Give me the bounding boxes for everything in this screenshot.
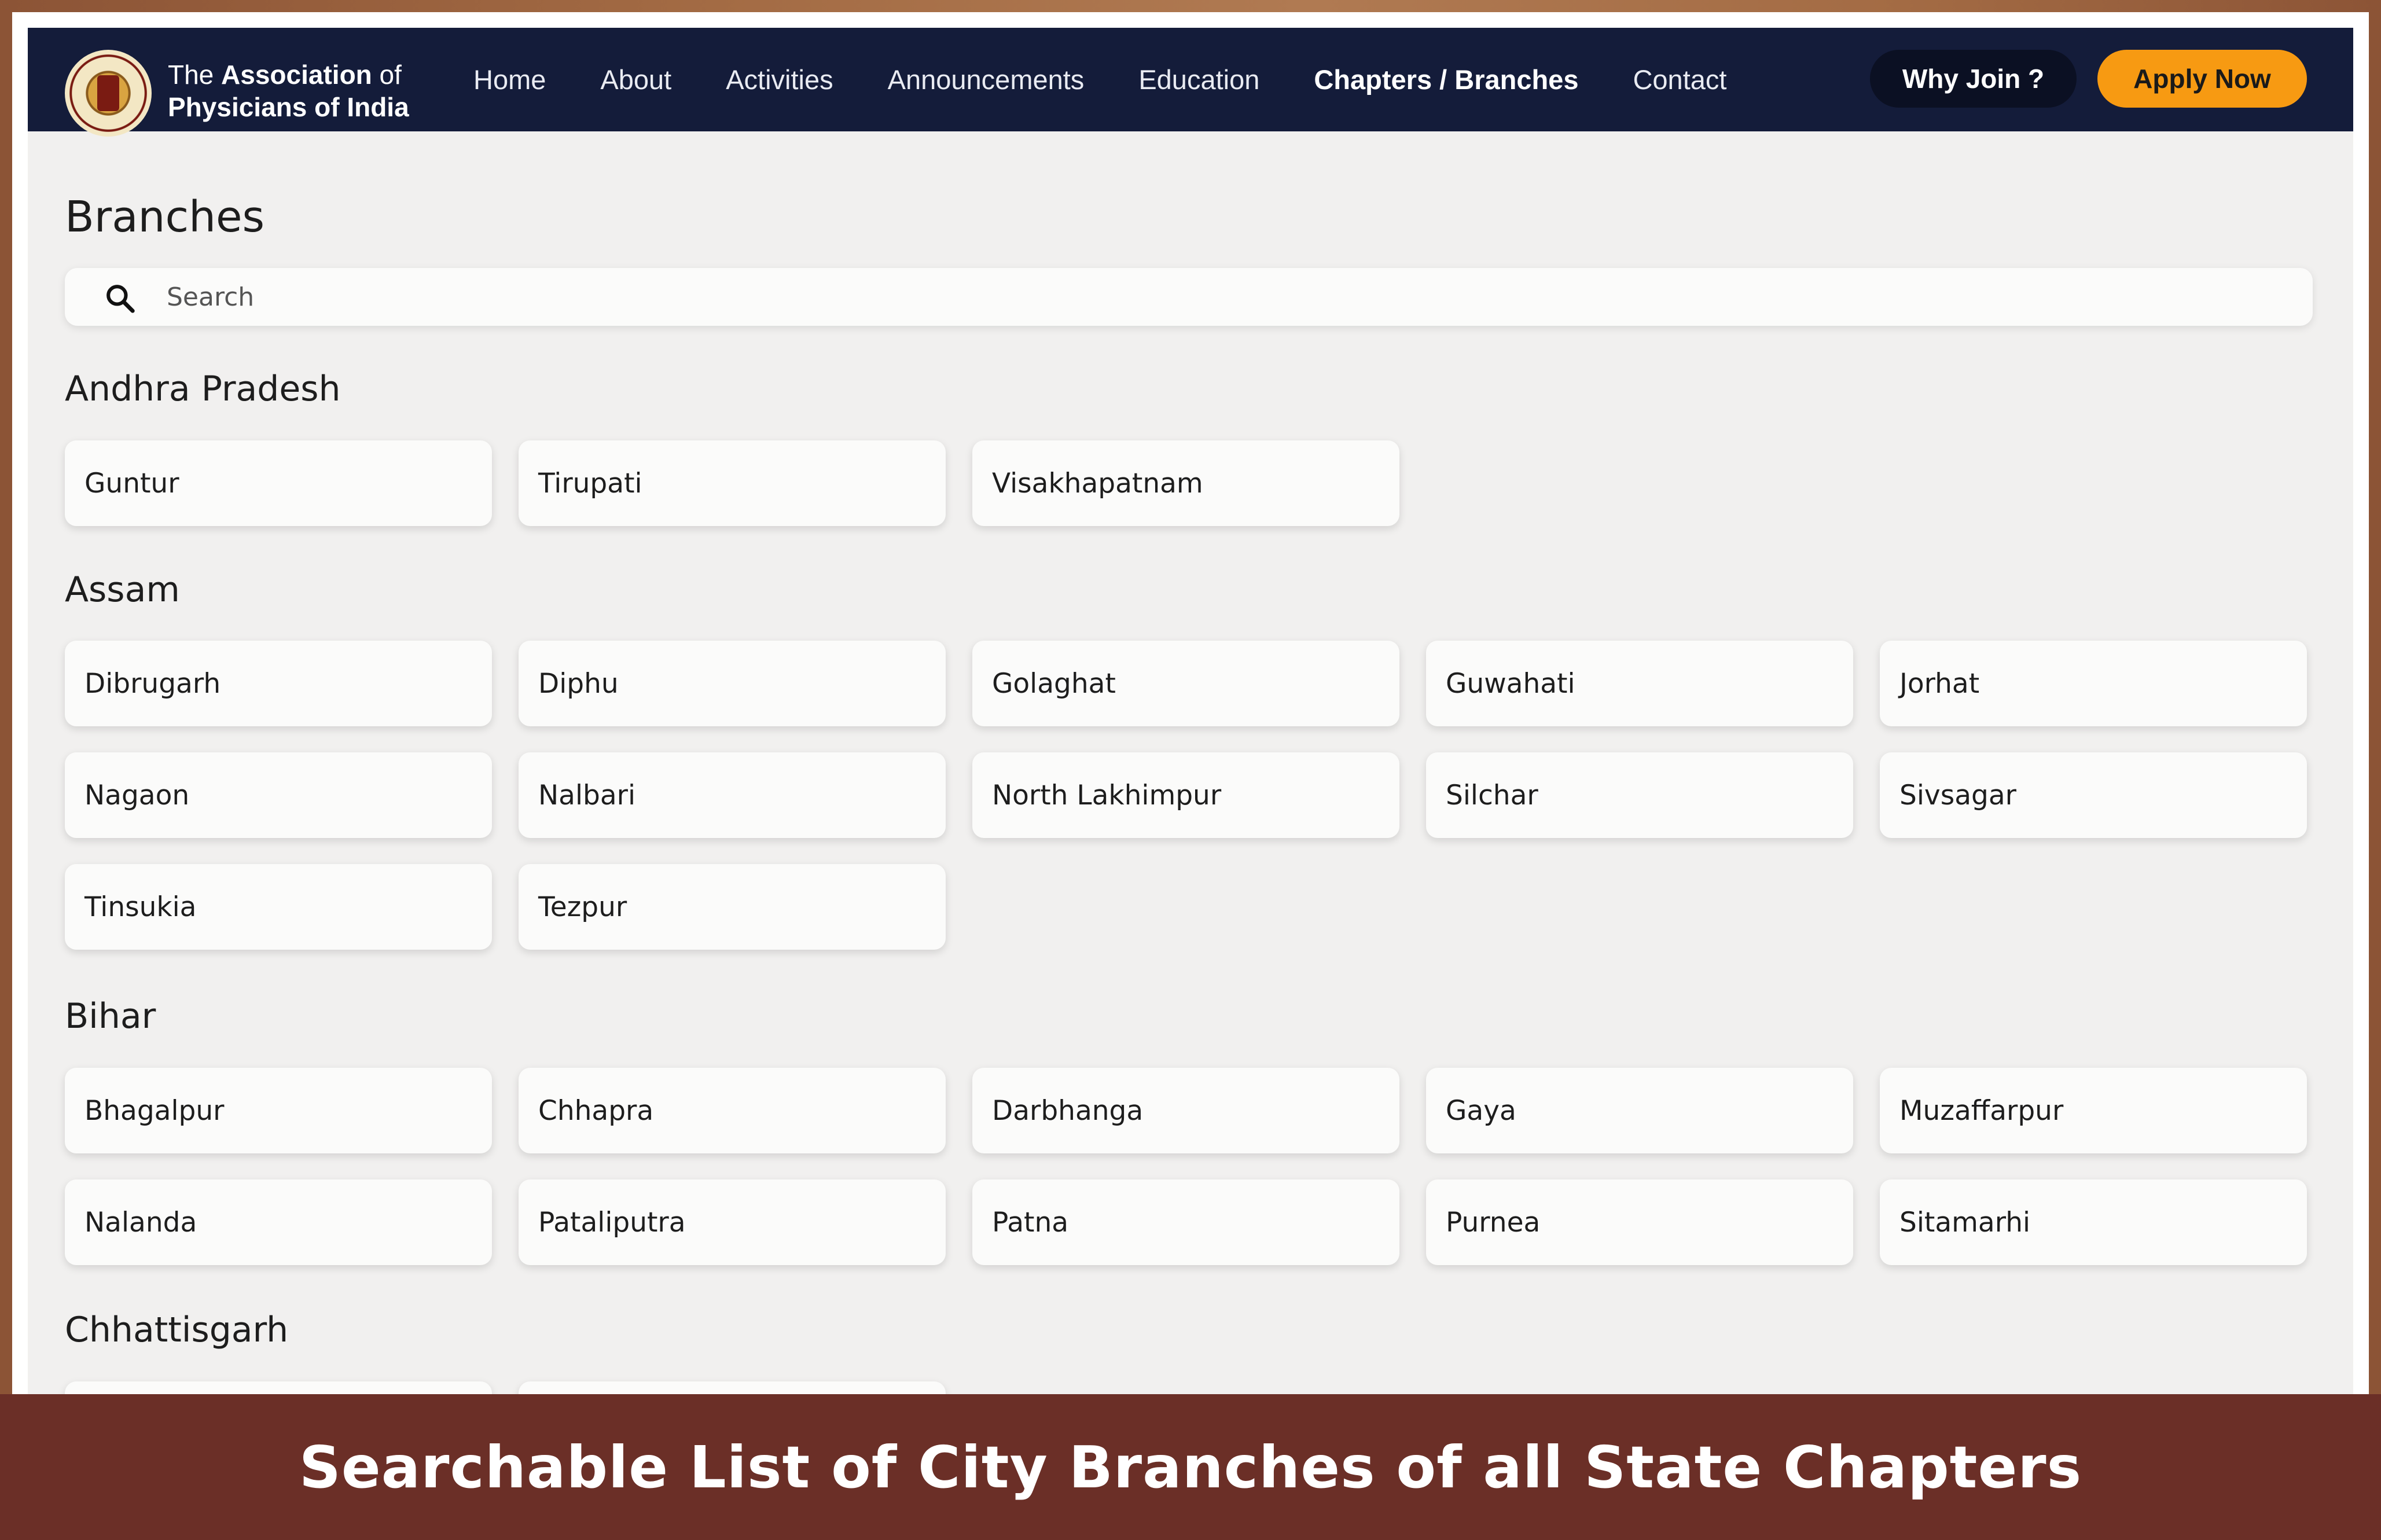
branch-card[interactable] <box>519 1381 946 1394</box>
branch-card[interactable]: Purnea <box>1426 1179 1853 1265</box>
branch-card[interactable]: Darbhanga <box>972 1068 1399 1153</box>
screenshot-frame: The Association of Physicians of India H… <box>12 12 2369 1394</box>
brand-line-2: Physicians of India <box>168 92 409 122</box>
brand-line-1: The Association of <box>168 58 409 91</box>
page-title: Branches <box>65 192 265 242</box>
branch-card[interactable]: Chhapra <box>519 1068 946 1153</box>
search-input[interactable] <box>167 268 2279 326</box>
branch-card[interactable]: Nalbari <box>519 752 946 838</box>
branch-grid <box>65 1381 2322 1394</box>
branch-card[interactable]: Jorhat <box>1880 641 2307 726</box>
nav-link-about[interactable]: About <box>600 64 671 95</box>
branches-content: Branches Andhra Pradesh Guntur Tirupati Vis… <box>28 131 2353 1394</box>
branch-grid: Guntur Tirupati Visakhapatnam <box>65 440 2322 526</box>
branch-card[interactable]: Visakhapatnam <box>972 440 1399 526</box>
branch-card[interactable]: Tezpur <box>519 864 946 950</box>
search-icon <box>106 285 135 313</box>
nav-link-announcements[interactable]: Announcements <box>888 64 1085 95</box>
web-page: The Association of Physicians of India H… <box>28 28 2353 1394</box>
logo-emblem <box>97 75 119 111</box>
nav-link-education[interactable]: Education <box>1138 64 1259 95</box>
branch-card[interactable]: Silchar <box>1426 752 1853 838</box>
nav-link-home[interactable]: Home <box>473 64 546 95</box>
nav-link-activities[interactable]: Activities <box>726 64 833 95</box>
branch-card[interactable]: North Lakhimpur <box>972 752 1399 838</box>
caption-text: Searchable List of City Branches of all … <box>299 1433 2082 1501</box>
search-bar <box>65 268 2313 326</box>
branch-card[interactable]: Dibrugarh <box>65 641 492 726</box>
branch-card[interactable]: Gaya <box>1426 1068 1853 1153</box>
branch-card[interactable]: Patna <box>972 1179 1399 1265</box>
navbar: The Association of Physicians of India H… <box>28 28 2353 137</box>
nav-link-contact[interactable]: Contact <box>1633 64 1726 95</box>
api-logo-icon[interactable] <box>65 50 152 137</box>
branch-card[interactable]: Golaghat <box>972 641 1399 726</box>
why-join-button[interactable]: Why Join ? <box>1870 50 2077 108</box>
state-heading: Bihar <box>65 996 156 1037</box>
state-heading: Assam <box>65 569 180 610</box>
brand-suffix: of <box>372 60 402 90</box>
brand-bold: Association <box>221 60 372 90</box>
branch-card[interactable]: Sivsagar <box>1880 752 2307 838</box>
branch-card[interactable]: Guwahati <box>1426 641 1853 726</box>
brand-prefix: The <box>168 60 222 90</box>
nav-links: Home About Activities Announcements Educatio… <box>473 28 1781 131</box>
branch-card[interactable]: Nagaon <box>65 752 492 838</box>
branch-card[interactable]: Tirupati <box>519 440 946 526</box>
branch-grid: Bhagalpur Chhapra Darbhanga Gaya Muzaffarpur… <box>65 1068 2322 1265</box>
branch-card[interactable]: Muzaffarpur <box>1880 1068 2307 1153</box>
branch-card[interactable]: Guntur <box>65 440 492 526</box>
state-heading: Chhattisgarh <box>65 1310 289 1350</box>
branch-card[interactable]: Bhagalpur <box>65 1068 492 1153</box>
branch-card[interactable]: Tinsukia <box>65 864 492 950</box>
branch-card[interactable] <box>65 1381 492 1394</box>
brand-name[interactable]: The Association of Physicians of India <box>168 58 409 123</box>
nav-link-chapters-branches[interactable]: Chapters / Branches <box>1314 64 1578 95</box>
caption-bar: Searchable List of City Branches of all … <box>0 1394 2381 1540</box>
state-heading: Andhra Pradesh <box>65 369 341 409</box>
apply-now-button[interactable]: Apply Now <box>2097 50 2307 108</box>
scroll-clip <box>28 1275 2353 1291</box>
branch-card[interactable]: Nalanda <box>65 1179 492 1265</box>
branch-card[interactable]: Diphu <box>519 641 946 726</box>
branch-card[interactable]: Sitamarhi <box>1880 1179 2307 1265</box>
branch-card[interactable]: Pataliputra <box>519 1179 946 1265</box>
branch-grid: Dibrugarh Diphu Golaghat Guwahati Jorhat Naga… <box>65 641 2322 950</box>
